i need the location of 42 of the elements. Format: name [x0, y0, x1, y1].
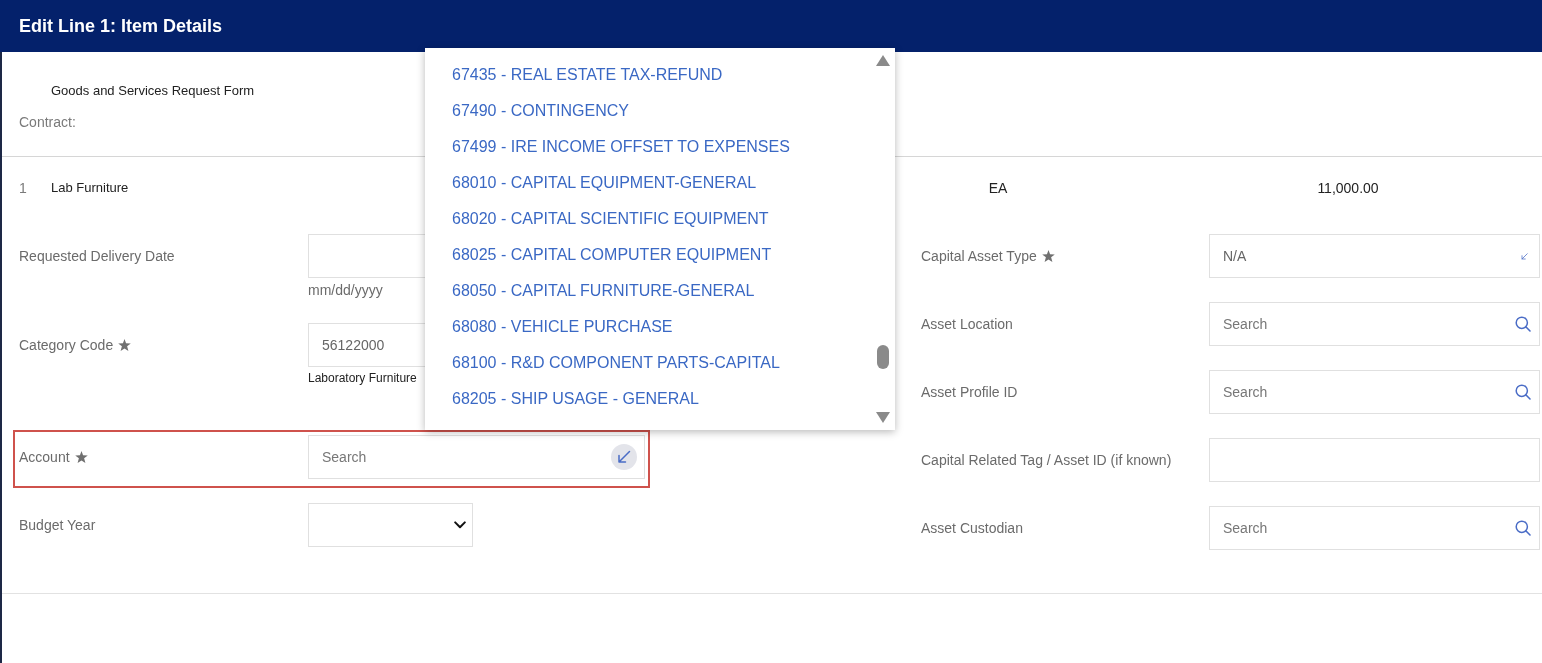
field-label: Category Code	[19, 337, 114, 353]
scroll-up-icon[interactable]	[876, 55, 890, 66]
search-field[interactable]: Search	[1209, 370, 1540, 414]
field-label: Asset Profile ID	[921, 384, 1018, 400]
field-label: Account	[19, 449, 70, 465]
field-label: Asset Location	[921, 316, 1013, 332]
field-label: Asset Custodian	[921, 520, 1023, 536]
unit-of-measure: EA	[988, 179, 1008, 196]
helper-text: mm/dd/yyyy	[308, 281, 383, 299]
select-field[interactable]	[308, 503, 473, 547]
search-field[interactable]: Search	[1209, 302, 1540, 346]
search-icon[interactable]	[1515, 520, 1531, 536]
line-amount: 11,000.00	[1317, 179, 1379, 196]
field-label: Capital Related Tag / Asset ID (if known)	[921, 452, 1172, 468]
dropdown-option[interactable]: 68025 - CAPITAL COMPUTER EQUIPMENT	[452, 237, 772, 273]
dropdown-option[interactable]: 68050 - CAPITAL FURNITURE-GENERAL	[452, 273, 755, 309]
dropdown-option[interactable]: 67490 - CONTINGENCY	[452, 93, 629, 129]
dropdown-option[interactable]: 68205 - SHIP USAGE - GENERAL	[452, 381, 699, 417]
dropdown-option[interactable]: 68080 - VEHICLE PURCHASE	[452, 309, 673, 345]
dropdown-option[interactable]: 68010 - CAPITAL EQUIPMENT-GENERAL	[452, 165, 757, 201]
dropdown-option[interactable]: 67435 - REAL ESTATE TAX-REFUND	[452, 57, 723, 93]
helper-text: Laboratory Furniture	[308, 370, 417, 386]
line-number: 1	[19, 179, 27, 196]
chevron-down-icon[interactable]	[454, 521, 466, 529]
contract-label: Contract:	[19, 114, 76, 130]
field-label: Requested Delivery Date	[19, 248, 175, 264]
search-field[interactable]: Search	[1209, 506, 1540, 550]
search-icon[interactable]	[1515, 316, 1531, 332]
text-field[interactable]	[1209, 438, 1540, 482]
search-icon[interactable]	[1515, 384, 1531, 400]
field-label: Capital Asset Type	[921, 248, 1037, 264]
lookup-field[interactable]: Search	[308, 435, 645, 479]
field-label: Budget Year	[19, 517, 96, 533]
dropdown-option[interactable]: 67499 - IRE INCOME OFFSET TO EXPENSES	[452, 129, 790, 165]
scrollbar-thumb[interactable]	[877, 345, 889, 369]
window-title: Edit Line 1: Item Details	[19, 15, 223, 37]
form-name: Goods and Services Request Form	[51, 83, 255, 99]
scroll-down-icon[interactable]	[876, 412, 890, 423]
lookup-field[interactable]: N/A	[1209, 234, 1540, 278]
item-description: Lab Furniture	[51, 180, 129, 195]
dropdown-option[interactable]: 68020 - CAPITAL SCIENTIFIC EQUIPMENT	[452, 201, 769, 237]
dropdown-option[interactable]: 68100 - R&D COMPONENT PARTS-CAPITAL	[452, 345, 780, 381]
